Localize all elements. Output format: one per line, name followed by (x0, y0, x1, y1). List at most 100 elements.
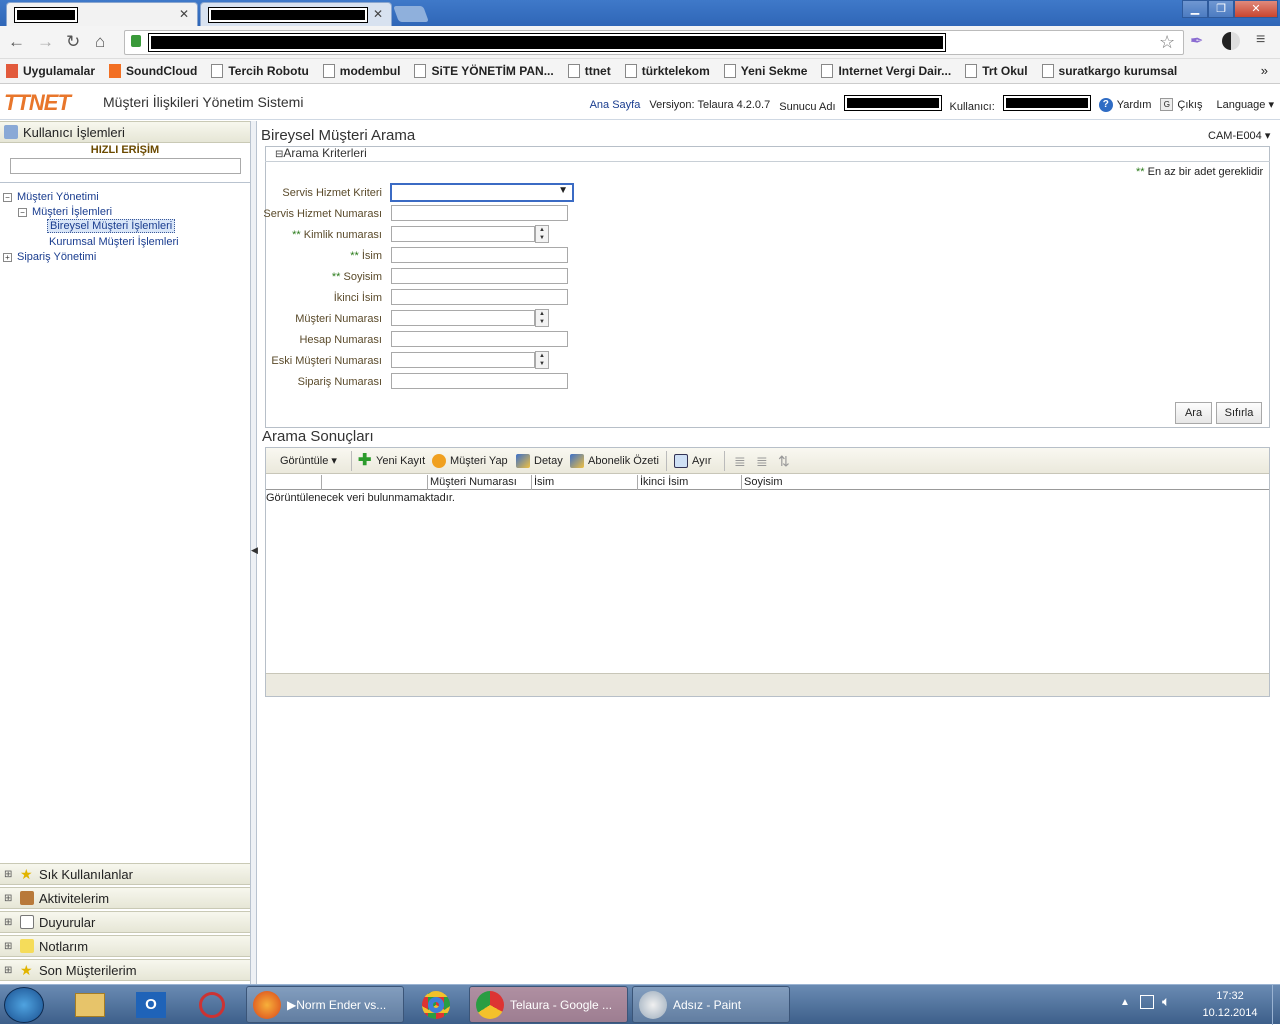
bookmark-item[interactable]: suratkargo kurumsal (1041, 64, 1177, 78)
bookmark-item[interactable]: Tercih Robotu (211, 64, 309, 78)
detach-button[interactable]: Ayır (674, 454, 711, 468)
collapse-left-icon[interactable]: ◀ (251, 545, 258, 557)
old-customer-number-stepper[interactable]: ▲ ▼ (535, 351, 549, 369)
panel-activities[interactable]: ⊞ Aktivitelerim (0, 887, 250, 909)
customer-number-stepper[interactable]: ▲ ▼ (535, 309, 549, 327)
show-hidden-icons[interactable]: ▲ (1120, 997, 1130, 1008)
network-icon[interactable] (1140, 995, 1154, 1009)
reorder-column-icon[interactable]: ⇅ (778, 453, 790, 470)
panel-splitter[interactable]: ◀ (251, 121, 258, 984)
help-icon[interactable]: ? (1098, 97, 1113, 112)
hamburger-icon[interactable]: ≡ (1256, 31, 1265, 49)
subscription-summary-button[interactable]: Abonelik Özeti (570, 454, 659, 468)
panel-favorites[interactable]: ⊞ ★ Sık Kullanılanlar (0, 863, 250, 885)
taskbar-task-chrome[interactable]: Telaura - Google ... (469, 986, 628, 1023)
bookmark-item[interactable]: SiTE YÖNETİM PAN... (414, 64, 554, 78)
forward-icon[interactable]: → (37, 32, 54, 52)
panel-recent-customers[interactable]: ⊞ ★ Son Müşterilerim (0, 959, 250, 981)
collapse-icon[interactable]: − (3, 192, 12, 202)
logout-icon[interactable]: G (1160, 98, 1174, 111)
tree-item-customer-ops[interactable]: − Müşteri İşlemleri (18, 206, 112, 218)
clock-date[interactable]: 10.12.2014 (1190, 1007, 1270, 1019)
feather-extension-icon[interactable]: ✒ (1190, 31, 1203, 51)
service-criteria-select[interactable]: ▼ (390, 183, 574, 202)
expand-icon[interactable]: ⊞ (4, 965, 16, 976)
account-number-input[interactable] (391, 331, 568, 347)
bookmark-item[interactable]: Uygulamalar (6, 64, 95, 78)
reload-icon[interactable]: ↻ (66, 32, 80, 52)
taskbar-task-firefox[interactable]: ▶ Norm Ender vs... (246, 986, 404, 1023)
restore-button[interactable]: ❐ (1208, 0, 1234, 18)
tree-item-customer-mgmt[interactable]: − Müşteri Yönetimi (3, 191, 99, 203)
search-button[interactable]: Ara (1175, 402, 1212, 424)
close-tab-icon[interactable]: ✕ (373, 7, 383, 21)
bookmark-item[interactable]: SoundCloud (109, 64, 197, 78)
browser-tab[interactable]: ✕ (200, 2, 392, 26)
id-number-input[interactable] (391, 226, 535, 242)
column-header-customer-number[interactable]: Müşteri Numarası (427, 475, 531, 490)
new-tab-button[interactable] (393, 6, 429, 22)
bookmark-item[interactable]: Internet Vergi Dair... (821, 64, 951, 78)
clock-time[interactable]: 17:32 (1200, 990, 1260, 1002)
freeze-column-icon[interactable]: ≣ (734, 453, 746, 470)
column-header-middle-name[interactable]: İkinci İsim (637, 475, 741, 490)
old-customer-number-input[interactable] (391, 352, 535, 368)
first-name-input[interactable] (391, 247, 568, 263)
expand-icon[interactable]: ⊞ (4, 941, 16, 952)
expand-icon[interactable]: ⊞ (4, 917, 16, 928)
tree-item-order-mgmt[interactable]: + Sipariş Yönetimi (3, 251, 96, 263)
explorer-taskbar-icon[interactable] (66, 987, 114, 1023)
logout-link[interactable]: Çıkış (1177, 99, 1202, 111)
window-close-button[interactable]: ✕ (1234, 0, 1278, 18)
bookmark-item[interactable]: türktelekom (624, 64, 710, 78)
bookmark-item[interactable]: ttnet (567, 64, 611, 78)
tree-item-individual[interactable]: Bireysel Müşteri İşlemleri (47, 219, 176, 233)
detail-button[interactable]: Detay (516, 454, 563, 468)
service-number-input[interactable] (391, 205, 568, 221)
order-number-input[interactable] (391, 373, 568, 389)
collapse-icon[interactable]: − (18, 207, 27, 217)
panel-notes[interactable]: ⊞ Notlarım (0, 935, 250, 957)
show-desktop-button[interactable] (1272, 985, 1280, 1025)
expand-icon[interactable]: + (3, 252, 12, 262)
wrap-column-icon[interactable]: ≣ (756, 453, 768, 470)
column-header-first-name[interactable]: İsim (531, 475, 637, 490)
star-icon[interactable]: ☆ (1159, 32, 1175, 53)
home-icon[interactable]: ⌂ (95, 32, 105, 52)
help-link[interactable]: Yardım (1117, 99, 1152, 111)
contrast-extension-icon[interactable] (1222, 32, 1240, 50)
bookmark-item[interactable]: modembul (322, 64, 400, 78)
new-record-button[interactable]: ✚ Yeni Kayıt (358, 453, 425, 469)
language-menu[interactable]: Language ▾ (1216, 98, 1274, 111)
close-tab-icon[interactable]: ✕ (179, 7, 189, 21)
quick-access-input[interactable] (10, 158, 241, 174)
middle-name-input[interactable] (391, 289, 568, 305)
screen-code-menu[interactable]: CAM-E004 ▾ (1208, 129, 1270, 142)
home-link[interactable]: Ana Sayfa (590, 99, 641, 111)
reset-button[interactable]: Sıfırla (1216, 402, 1262, 424)
criteria-header[interactable]: ⊟Arama Kriterleri (265, 146, 1270, 162)
user-ops-header[interactable]: Kullanıcı İşlemleri (0, 121, 250, 143)
chrome-taskbar-icon[interactable] (412, 987, 460, 1023)
bookmark-item[interactable]: Yeni Sekme (723, 64, 807, 78)
expand-icon[interactable]: ⊞ (4, 869, 16, 880)
bookmark-item[interactable]: Trt Okul (965, 64, 1028, 78)
outlook-taskbar-icon[interactable]: O (127, 987, 175, 1023)
panel-announcements[interactable]: ⊞ Duyurular (0, 911, 250, 933)
id-number-stepper[interactable]: ▲ ▼ (535, 225, 549, 243)
bookmarks-overflow-icon[interactable]: » (1261, 63, 1268, 78)
tree-item-corporate[interactable]: Kurumsal Müşteri İşlemleri (49, 236, 179, 248)
last-name-input[interactable] (391, 268, 568, 284)
address-bar[interactable]: ☆ (124, 30, 1184, 55)
view-menu[interactable]: Görüntüle ▾ (280, 454, 337, 468)
back-icon[interactable]: ← (8, 32, 25, 52)
snipping-tool-taskbar-icon[interactable] (188, 987, 236, 1023)
minimize-button[interactable]: ▁ (1182, 0, 1208, 18)
customer-number-input[interactable] (391, 310, 535, 326)
make-customer-button[interactable]: Müşteri Yap (432, 454, 508, 468)
browser-tab-active[interactable]: ✕ (6, 2, 198, 26)
column-header-last-name[interactable]: Soyisim (741, 475, 1268, 490)
volume-icon[interactable]: 🔈︎ (1162, 993, 1170, 1010)
expand-icon[interactable]: ⊞ (4, 893, 16, 904)
start-button[interactable] (4, 987, 44, 1023)
